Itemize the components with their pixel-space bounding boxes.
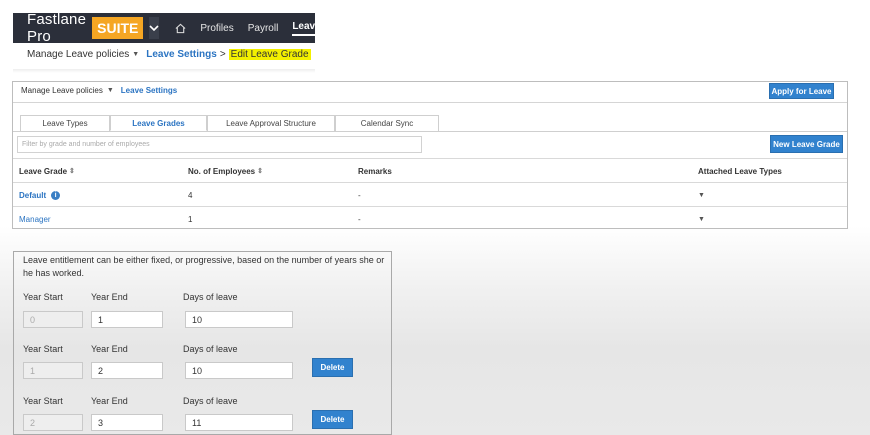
days-of-leave-field[interactable]: 10 — [185, 311, 293, 328]
column-label: No. of Employees — [188, 166, 256, 176]
tab-calendar-sync[interactable]: Calendar Sync — [335, 115, 439, 131]
year-end-field[interactable]: 3 — [91, 414, 163, 431]
breadcrumb-leave-settings[interactable]: Leave Settings — [146, 49, 217, 60]
sort-icon[interactable]: ⇕ — [257, 167, 263, 175]
brand-name: Fastlane Pro — [27, 11, 87, 45]
year-end-field[interactable]: 2 — [91, 362, 163, 379]
year-start-field: 2 — [23, 414, 83, 431]
suite-badge: SUITE — [92, 17, 144, 39]
year-start-field: 0 — [23, 311, 83, 328]
entitlement-description: Leave entitlement can be either fixed, o… — [23, 255, 385, 278]
column-header-leave-grade[interactable]: Leave Grade ⇕ — [19, 159, 75, 183]
tab-leave-types[interactable]: Leave Types — [20, 115, 110, 131]
employees-cell: 1 — [188, 214, 193, 224]
table-header: Leave Grade ⇕ No. of Employees ⇕ Remarks… — [13, 158, 847, 182]
year-end-label: Year End — [91, 292, 128, 302]
remarks-cell: - — [358, 190, 361, 200]
leave-grades-table: Leave Grade ⇕ No. of Employees ⇕ Remarks… — [13, 158, 847, 230]
panel-breadcrumb-root[interactable]: Manage Leave policies — [21, 86, 103, 95]
home-icon[interactable] — [175, 21, 186, 35]
breadcrumb-root[interactable]: Manage Leave policies — [27, 49, 129, 60]
divider — [13, 102, 847, 103]
new-leave-grade-button[interactable]: New Leave Grade — [770, 135, 843, 153]
attached-leave-types-dropdown[interactable]: ▼ — [698, 183, 705, 207]
delete-button[interactable]: Delete — [312, 410, 353, 429]
sort-icon[interactable]: ⇕ — [69, 167, 75, 175]
filter-input[interactable]: Filter by grade and number of employees — [17, 136, 422, 153]
remarks-cell: - — [358, 214, 361, 224]
grade-link-manager[interactable]: Manager — [19, 207, 51, 231]
days-of-leave-field[interactable]: 11 — [185, 414, 293, 431]
apply-for-leave-button[interactable]: Apply for Leave — [769, 83, 834, 99]
nav-leave[interactable]: Leave — [292, 21, 321, 36]
breadcrumb-current: Edit Leave Grade — [228, 49, 311, 60]
nav-payroll[interactable]: Payroll — [248, 23, 279, 34]
year-end-field[interactable]: 1 — [91, 311, 163, 328]
column-label: Leave Grade — [19, 166, 68, 176]
breadcrumb-separator: > — [219, 49, 226, 60]
delete-button[interactable]: Delete — [312, 358, 353, 377]
column-header-remarks: Remarks — [358, 166, 392, 176]
column-header-employees[interactable]: No. of Employees ⇕ — [188, 159, 263, 183]
days-of-leave-label: Days of leave — [183, 344, 238, 354]
breadcrumb: Manage Leave policies ▼ Leave Settings >… — [27, 49, 311, 60]
divider — [13, 69, 315, 73]
panel-breadcrumb: Manage Leave policies ▼ Leave Settings — [21, 86, 177, 95]
leave-grades-panel: Manage Leave policies ▼ Leave Settings A… — [12, 81, 848, 229]
tab-leave-grades[interactable]: Leave Grades — [110, 115, 207, 131]
grade-link-default[interactable]: Default — [19, 191, 46, 200]
grade-cell: Default i — [19, 183, 61, 207]
panel-breadcrumb-leave-settings[interactable]: Leave Settings — [121, 86, 177, 95]
year-end-label: Year End — [91, 344, 128, 354]
year-start-label: Year Start — [23, 396, 63, 406]
year-start-label: Year Start — [23, 292, 63, 302]
days-of-leave-label: Days of leave — [183, 292, 238, 302]
tab-underline — [13, 131, 847, 132]
table-row: Default i 4 - ▼ — [13, 182, 847, 206]
caret-down-icon[interactable]: ▼ — [107, 87, 114, 94]
tab-bar: Leave Types Leave Grades Leave Approval … — [20, 115, 439, 131]
year-start-label: Year Start — [23, 344, 63, 354]
days-of-leave-label: Days of leave — [183, 396, 238, 406]
caret-down-icon[interactable]: ▼ — [132, 51, 139, 58]
top-nav-bar: Fastlane Pro SUITE Profiles Payroll Leav… — [13, 11, 321, 45]
year-start-field: 1 — [23, 362, 83, 379]
column-header-attached-leave-types: Attached Leave Types — [698, 166, 782, 176]
year-end-label: Year End — [91, 396, 128, 406]
employees-cell: 4 — [188, 190, 193, 200]
attached-leave-types-dropdown[interactable]: ▼ — [698, 207, 705, 231]
leave-entitlement-box: Leave entitlement can be either fixed, o… — [13, 251, 392, 435]
days-of-leave-field[interactable]: 10 — [185, 362, 293, 379]
nav-profiles[interactable]: Profiles — [200, 23, 233, 34]
chevron-down-icon[interactable] — [149, 17, 160, 39]
info-icon[interactable]: i — [51, 190, 61, 200]
table-row: Manager 1 - ▼ — [13, 206, 847, 230]
tab-leave-approval-structure[interactable]: Leave Approval Structure — [207, 115, 335, 131]
